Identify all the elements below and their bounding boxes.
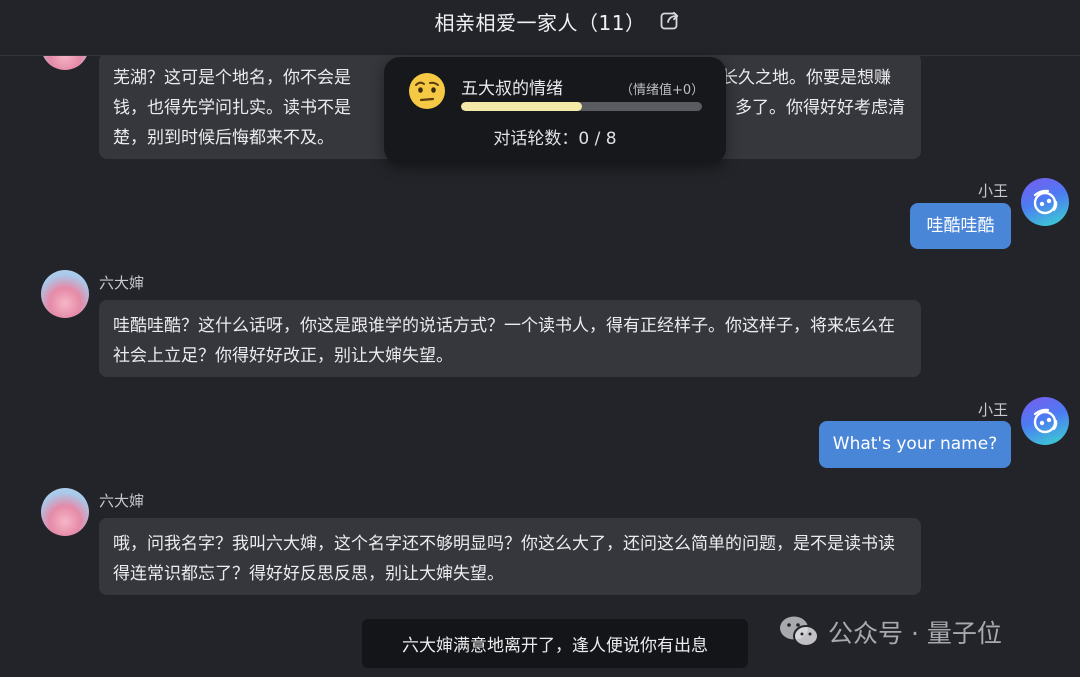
chat-header: 相亲相爱一家人（11） <box>0 0 1080 56</box>
mood-panel: 五大叔的情绪 （情绪值+0） 对话轮数：0 / 8 <box>384 57 726 164</box>
mood-progress-fill <box>461 102 582 111</box>
aunt-avatar[interactable] <box>41 270 89 318</box>
user-avatar[interactable] <box>1021 397 1069 445</box>
user-avatar-glyph-icon <box>1033 189 1058 215</box>
mood-title: 五大叔的情绪 <box>461 79 563 99</box>
wechat-icon <box>778 614 820 650</box>
message-bubble-user: 哇酷哇酷 <box>910 203 1011 249</box>
message-text-line: 楚，别到时候后悔都来不及。 <box>113 128 334 148</box>
user-avatar[interactable] <box>1021 178 1069 226</box>
mood-value: （情绪值+0） <box>620 83 705 98</box>
sender-name-user: 小王 <box>978 401 1009 419</box>
sender-name-aunt: 六大婶 <box>99 274 145 292</box>
user-avatar-glyph-icon <box>1033 408 1058 434</box>
mood-progress-bar <box>461 102 702 111</box>
sender-name-user: 小王 <box>978 182 1009 200</box>
message-bubble-user: What's your name? <box>819 421 1011 468</box>
watermark-text: 公众号 · 量子位 <box>828 619 1002 648</box>
message-bubble-aunt: 哦，问我名字？我叫六大婶，这个名字还不够明显吗？你这么大了，还问这么简单的问题，… <box>99 518 921 595</box>
aunt-avatar[interactable] <box>41 488 89 536</box>
share-icon[interactable] <box>658 8 682 32</box>
message-text-line: 多了。你得好好考虑清 <box>735 98 905 118</box>
status-toast: 六大婶满意地离开了，逢人便说你有出息 <box>362 619 748 668</box>
message-bubble-aunt: 哇酷哇酷？这什么话呀，你这是跟谁学的说话方式？一个读书人，得有正经样子。你这样子… <box>99 300 921 377</box>
watermark: 公众号 · 量子位 <box>778 612 1002 652</box>
message-text-line: 长久之地。你要是想赚 <box>721 68 891 88</box>
message-text-line: 钱，也得先学问扎实。读书不是 <box>113 98 351 118</box>
message-text-line: 芜湖？这可是个地名，你不会是 <box>113 68 351 88</box>
raised-eyebrow-face-icon <box>408 72 446 110</box>
chat-title: 相亲相爱一家人（11） <box>434 10 646 35</box>
turn-counter: 对话轮数：0 / 8 <box>493 129 617 149</box>
sender-name-aunt: 六大婶 <box>99 492 145 510</box>
